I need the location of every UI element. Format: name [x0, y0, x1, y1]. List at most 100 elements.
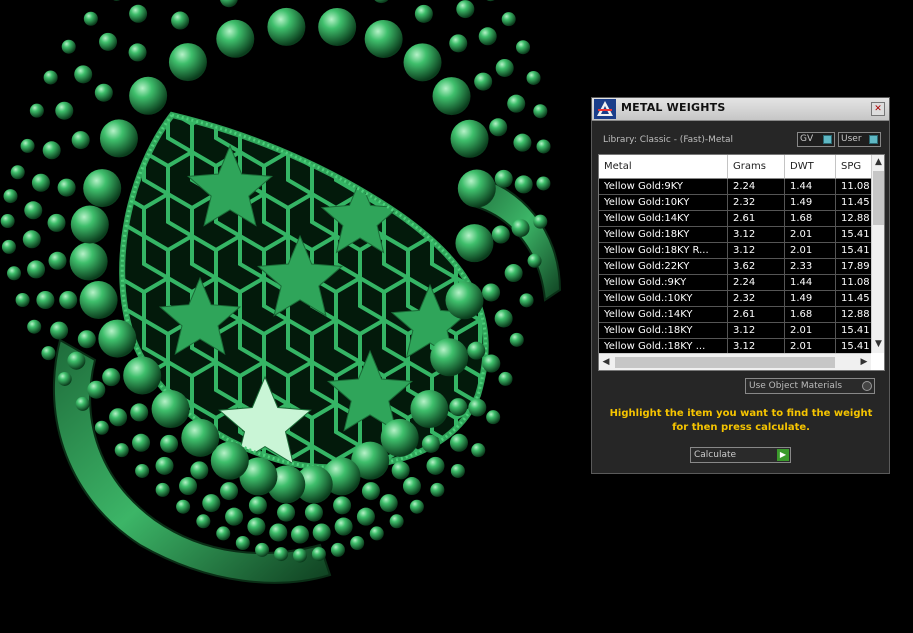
cell-grams: 2.61: [728, 211, 785, 226]
lattice-segment: [358, 115, 410, 154]
bead: [486, 410, 501, 425]
cell-spg: 12.88: [841, 309, 870, 320]
bead: [414, 4, 433, 23]
lattice-segment: [406, 115, 458, 154]
user-toggle[interactable]: User: [838, 132, 881, 147]
table-row[interactable]: Yellow Gold:14KY 2.61 1.68 12.88: [599, 211, 871, 227]
bead: [79, 281, 118, 319]
scroll-left-icon[interactable]: ◀: [599, 354, 613, 370]
panel-title: METAL WEIGHTS: [621, 101, 726, 114]
bead: [151, 390, 190, 429]
close-button[interactable]: ✕: [871, 102, 885, 116]
column-header-grams[interactable]: Grams: [728, 155, 785, 179]
bead: [533, 104, 548, 119]
bead: [495, 58, 514, 77]
bead: [526, 70, 541, 85]
table-row[interactable]: Yellow Gold.:9KY 2.24 1.44 11.08: [599, 275, 871, 291]
bead: [409, 499, 424, 514]
app-logo-icon: [594, 99, 616, 119]
panel-titlebar[interactable]: METAL WEIGHTS ✕: [592, 98, 889, 121]
table-row[interactable]: Yellow Gold:22KY 3.62 2.33 17.89: [599, 259, 871, 275]
table-row[interactable]: Yellow Gold.:18KY ... 3.12 2.01 15.41: [599, 339, 871, 353]
bead: [171, 11, 190, 30]
bead: [536, 176, 551, 191]
bead: [99, 119, 138, 158]
use-object-materials-toggle[interactable]: Use Object Materials: [745, 378, 875, 394]
table-body: Yellow Gold:9KY 2.24 1.44 11.08 Yellow Gold:…: [599, 179, 871, 353]
bead: [507, 94, 526, 113]
bead: [536, 139, 551, 154]
vertical-scrollbar[interactable]: ▲ ▼: [871, 155, 884, 353]
bead: [202, 494, 221, 513]
bead: [135, 463, 150, 478]
bead: [160, 434, 179, 453]
bead: [10, 165, 25, 180]
bead: [129, 4, 148, 23]
column-header-metal[interactable]: Metal: [599, 155, 728, 179]
table-row[interactable]: Yellow Gold.:14KY 2.61 1.68 12.88: [599, 307, 871, 323]
scroll-up-icon[interactable]: ▲: [872, 155, 884, 169]
cell-grams: 2.24: [728, 275, 785, 290]
calculate-button[interactable]: Calculate ▶: [690, 447, 791, 463]
cell-dwt: 2.01: [785, 323, 836, 338]
cell-grams: 2.32: [728, 291, 785, 306]
cell-spg: 11.08: [841, 277, 870, 288]
bead: [83, 169, 122, 208]
bead: [391, 461, 410, 480]
bead: [350, 535, 365, 550]
bead: [43, 70, 58, 85]
cell-spg: 15.41: [841, 325, 870, 336]
cell-metal: Yellow Gold:9KY: [599, 179, 728, 194]
bead: [450, 119, 489, 158]
bead: [247, 517, 266, 536]
cell-dwt: 2.01: [785, 227, 836, 242]
bead: [267, 7, 306, 46]
bead: [20, 138, 35, 153]
play-arrow-icon: ▶: [777, 449, 789, 461]
table-row[interactable]: Yellow Gold:10KY 2.32 1.49 11.45: [599, 195, 871, 211]
table-row[interactable]: Yellow Gold.:18KY 3.12 2.01 15.41: [599, 323, 871, 339]
horizontal-scrollbar[interactable]: ◀ ▶: [599, 353, 871, 370]
bead: [402, 477, 421, 496]
table-row[interactable]: Yellow Gold:18KY 3.12 2.01 15.41: [599, 227, 871, 243]
table-row[interactable]: Yellow Gold:9KY 2.24 1.44 11.08: [599, 179, 871, 195]
bead: [48, 251, 67, 270]
cell-grams: 3.62: [728, 259, 785, 274]
column-header-dwt[interactable]: DWT: [785, 155, 836, 179]
cell-spg: 11.08: [841, 181, 870, 192]
vertical-scroll-thumb[interactable]: [873, 171, 884, 225]
bead: [225, 507, 244, 526]
cell-dwt: 1.49: [785, 195, 836, 210]
bead: [364, 19, 403, 58]
cell-spg: 11.45: [841, 293, 870, 304]
bead: [489, 118, 508, 137]
bead: [57, 178, 76, 197]
scroll-right-icon[interactable]: ▶: [857, 354, 871, 370]
bead: [155, 456, 174, 475]
bead: [1, 239, 16, 254]
bead: [527, 253, 542, 268]
gv-toggle-label: GV: [800, 134, 814, 144]
cell-grams: 2.61: [728, 307, 785, 322]
bead: [449, 433, 468, 452]
cell-dwt: 2.33: [785, 259, 836, 274]
lattice-segment: [382, 150, 434, 196]
table-row[interactable]: Yellow Gold:18KY R... 3.12 2.01 15.41: [599, 243, 871, 259]
cell-dwt: 1.68: [785, 211, 836, 226]
bead: [519, 293, 534, 308]
gv-toggle[interactable]: GV: [797, 132, 835, 147]
bead: [59, 291, 78, 309]
3d-viewport[interactable]: [0, 0, 590, 629]
table-row[interactable]: Yellow Gold.:10KY 2.32 1.49 11.45: [599, 291, 871, 307]
bead: [403, 43, 442, 82]
instruction-text: Highlight the item you want to find the …: [609, 408, 873, 433]
bead: [94, 420, 109, 435]
scroll-down-icon[interactable]: ▼: [872, 337, 884, 351]
bead: [456, 0, 475, 19]
bead: [426, 456, 445, 475]
bead: [361, 482, 380, 501]
bead: [513, 133, 532, 152]
horizontal-scroll-thumb[interactable]: [615, 357, 835, 368]
bead: [31, 173, 50, 192]
bead: [102, 368, 121, 387]
